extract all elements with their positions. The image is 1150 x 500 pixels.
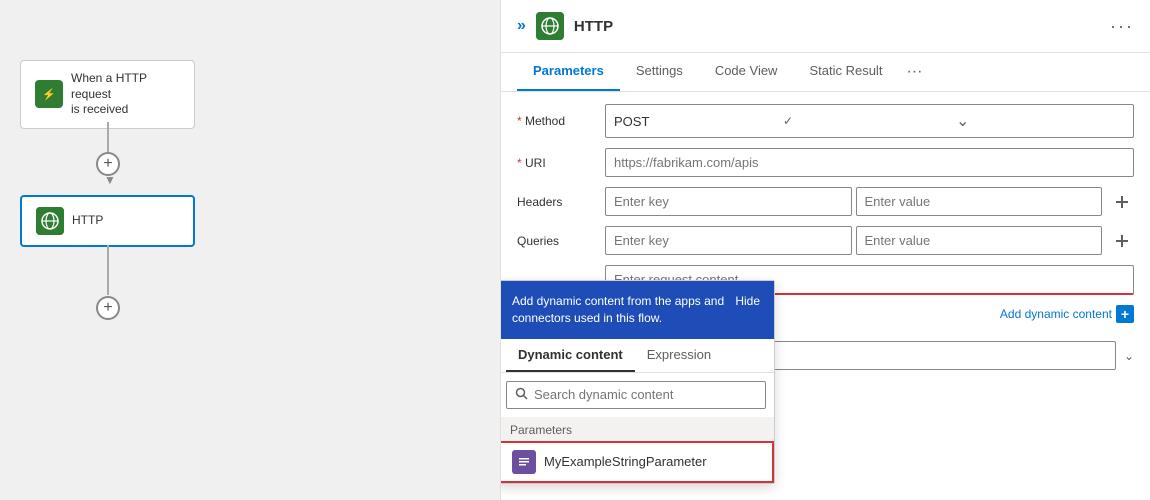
tabs-bar: Parameters Settings Code View Static Res… [501, 53, 1150, 92]
headers-key-input[interactable] [605, 187, 852, 216]
uri-input[interactable] [605, 148, 1134, 177]
queries-label: Queries [517, 234, 597, 248]
popup-tab-expression[interactable]: Expression [635, 339, 723, 372]
method-label: * Method [517, 114, 597, 128]
popup-item-0[interactable]: MyExampleStringParameter [501, 441, 774, 483]
method-chevron-icon: ✓ [783, 114, 952, 128]
form-area: * Method POST ✓ ⌄ * URI Headers [501, 92, 1150, 500]
queries-key-input[interactable] [605, 226, 852, 255]
detail-panel: » HTTP ··· Parameters Settings Code View… [500, 0, 1150, 500]
http-node[interactable]: HTTP [20, 195, 195, 247]
tabs-more-button[interactable]: ··· [898, 53, 930, 91]
headers-value-input[interactable] [856, 187, 1103, 216]
trigger-node[interactable]: ⚡ When a HTTP request is received [20, 60, 195, 129]
search-dynamic-input[interactable] [534, 387, 757, 402]
search-box [506, 381, 766, 409]
queries-row: Queries [517, 226, 1134, 255]
dynamic-content-popup: Add dynamic content from the apps and co… [501, 280, 775, 484]
add-dynamic-plus-icon: + [1116, 305, 1134, 323]
method-select[interactable]: POST ✓ ⌄ [605, 104, 1134, 138]
arrow-down-1: ▼ [104, 173, 116, 187]
popup-tabs: Dynamic content Expression [501, 339, 774, 373]
popup-tab-dynamic[interactable]: Dynamic content [506, 339, 635, 372]
trigger-node-label: When a HTTP request is received [71, 71, 180, 118]
popup-item-icon-0 [512, 450, 536, 474]
http-node-icon [36, 207, 64, 235]
method-dropdown-icon: ⌄ [956, 111, 1125, 131]
panel-header-icon [536, 12, 564, 40]
uri-label: * URI [517, 156, 597, 170]
body-label [517, 265, 597, 271]
trigger-node-icon: ⚡ [35, 80, 63, 108]
tab-parameters[interactable]: Parameters [517, 53, 620, 91]
popup-header: Add dynamic content from the apps and co… [501, 281, 774, 339]
http-node-label: HTTP [72, 213, 103, 229]
tab-static-result[interactable]: Static Result [793, 53, 898, 91]
connector-line-2 [107, 245, 109, 295]
headers-row: Headers [517, 187, 1134, 216]
cookie-chevron-icon[interactable]: ⌄ [1124, 349, 1134, 363]
queries-kv-row [605, 226, 1102, 255]
expand-icon[interactable]: » [517, 17, 526, 35]
svg-text:⚡: ⚡ [42, 88, 56, 101]
panel-more-button[interactable]: ··· [1110, 16, 1134, 37]
popup-header-text: Add dynamic content from the apps and co… [512, 293, 727, 327]
canvas-panel: ⚡ When a HTTP request is received + ▼ HT… [0, 0, 500, 500]
search-icon [515, 387, 528, 403]
popup-hide-button[interactable]: Hide [735, 293, 760, 310]
tab-settings[interactable]: Settings [620, 53, 699, 91]
uri-row: * URI [517, 148, 1134, 177]
add-step-button-2[interactable]: + [96, 296, 120, 320]
headers-label: Headers [517, 195, 597, 209]
queries-value-input[interactable] [856, 226, 1103, 255]
headers-delete-icon[interactable] [1110, 190, 1134, 214]
panel-header: » HTTP ··· [501, 0, 1150, 53]
popup-item-label-0: MyExampleStringParameter [544, 454, 707, 469]
method-row: * Method POST ✓ ⌄ [517, 104, 1134, 138]
popup-section-label: Parameters [501, 417, 774, 441]
queries-delete-icon[interactable] [1110, 229, 1134, 253]
headers-kv-row [605, 187, 1102, 216]
panel-title: HTTP [574, 18, 1100, 35]
add-dynamic-link[interactable]: Add dynamic content + [1000, 305, 1134, 323]
tab-code-view[interactable]: Code View [699, 53, 794, 91]
